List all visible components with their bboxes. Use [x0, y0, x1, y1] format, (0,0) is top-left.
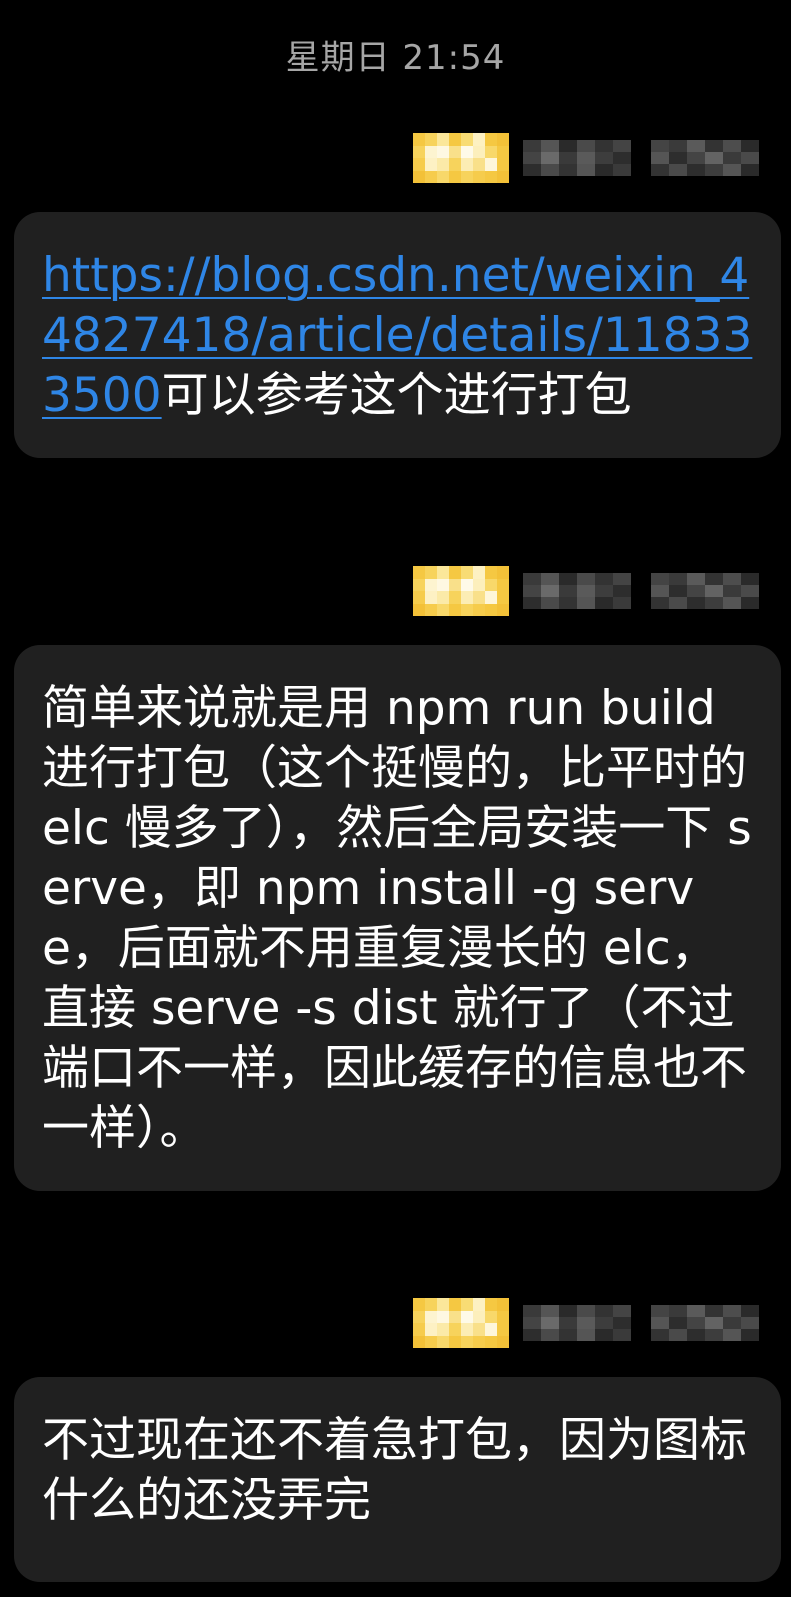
sender-name-blurred [523, 140, 759, 176]
sender-avatar[interactable] [413, 1298, 509, 1348]
sender-info [413, 133, 759, 183]
sender-info [413, 1298, 759, 1348]
message-bubble[interactable]: https://blog.csdn.net/weixin_44827418/ar… [14, 212, 781, 458]
sender-info [413, 566, 759, 616]
sender-avatar[interactable] [413, 133, 509, 183]
message-text: 不过现在还不着急打包，因为图标什么的还没弄完 [42, 1413, 747, 1528]
message-text: 可以参考这个进行打包 [161, 368, 632, 423]
message-text: 简单来说就是用 npm run build 进行打包（这个挺慢的，比平时的 el… [42, 681, 752, 1156]
sender-avatar[interactable] [413, 566, 509, 616]
chat-timestamp: 星期日 21:54 [285, 38, 506, 78]
sender-name-blurred [523, 573, 759, 609]
sender-name-blurred [523, 1305, 759, 1341]
message-bubble[interactable]: 简单来说就是用 npm run build 进行打包（这个挺慢的，比平时的 el… [14, 645, 781, 1191]
message-bubble[interactable]: 不过现在还不着急打包，因为图标什么的还没弄完 [14, 1377, 781, 1582]
